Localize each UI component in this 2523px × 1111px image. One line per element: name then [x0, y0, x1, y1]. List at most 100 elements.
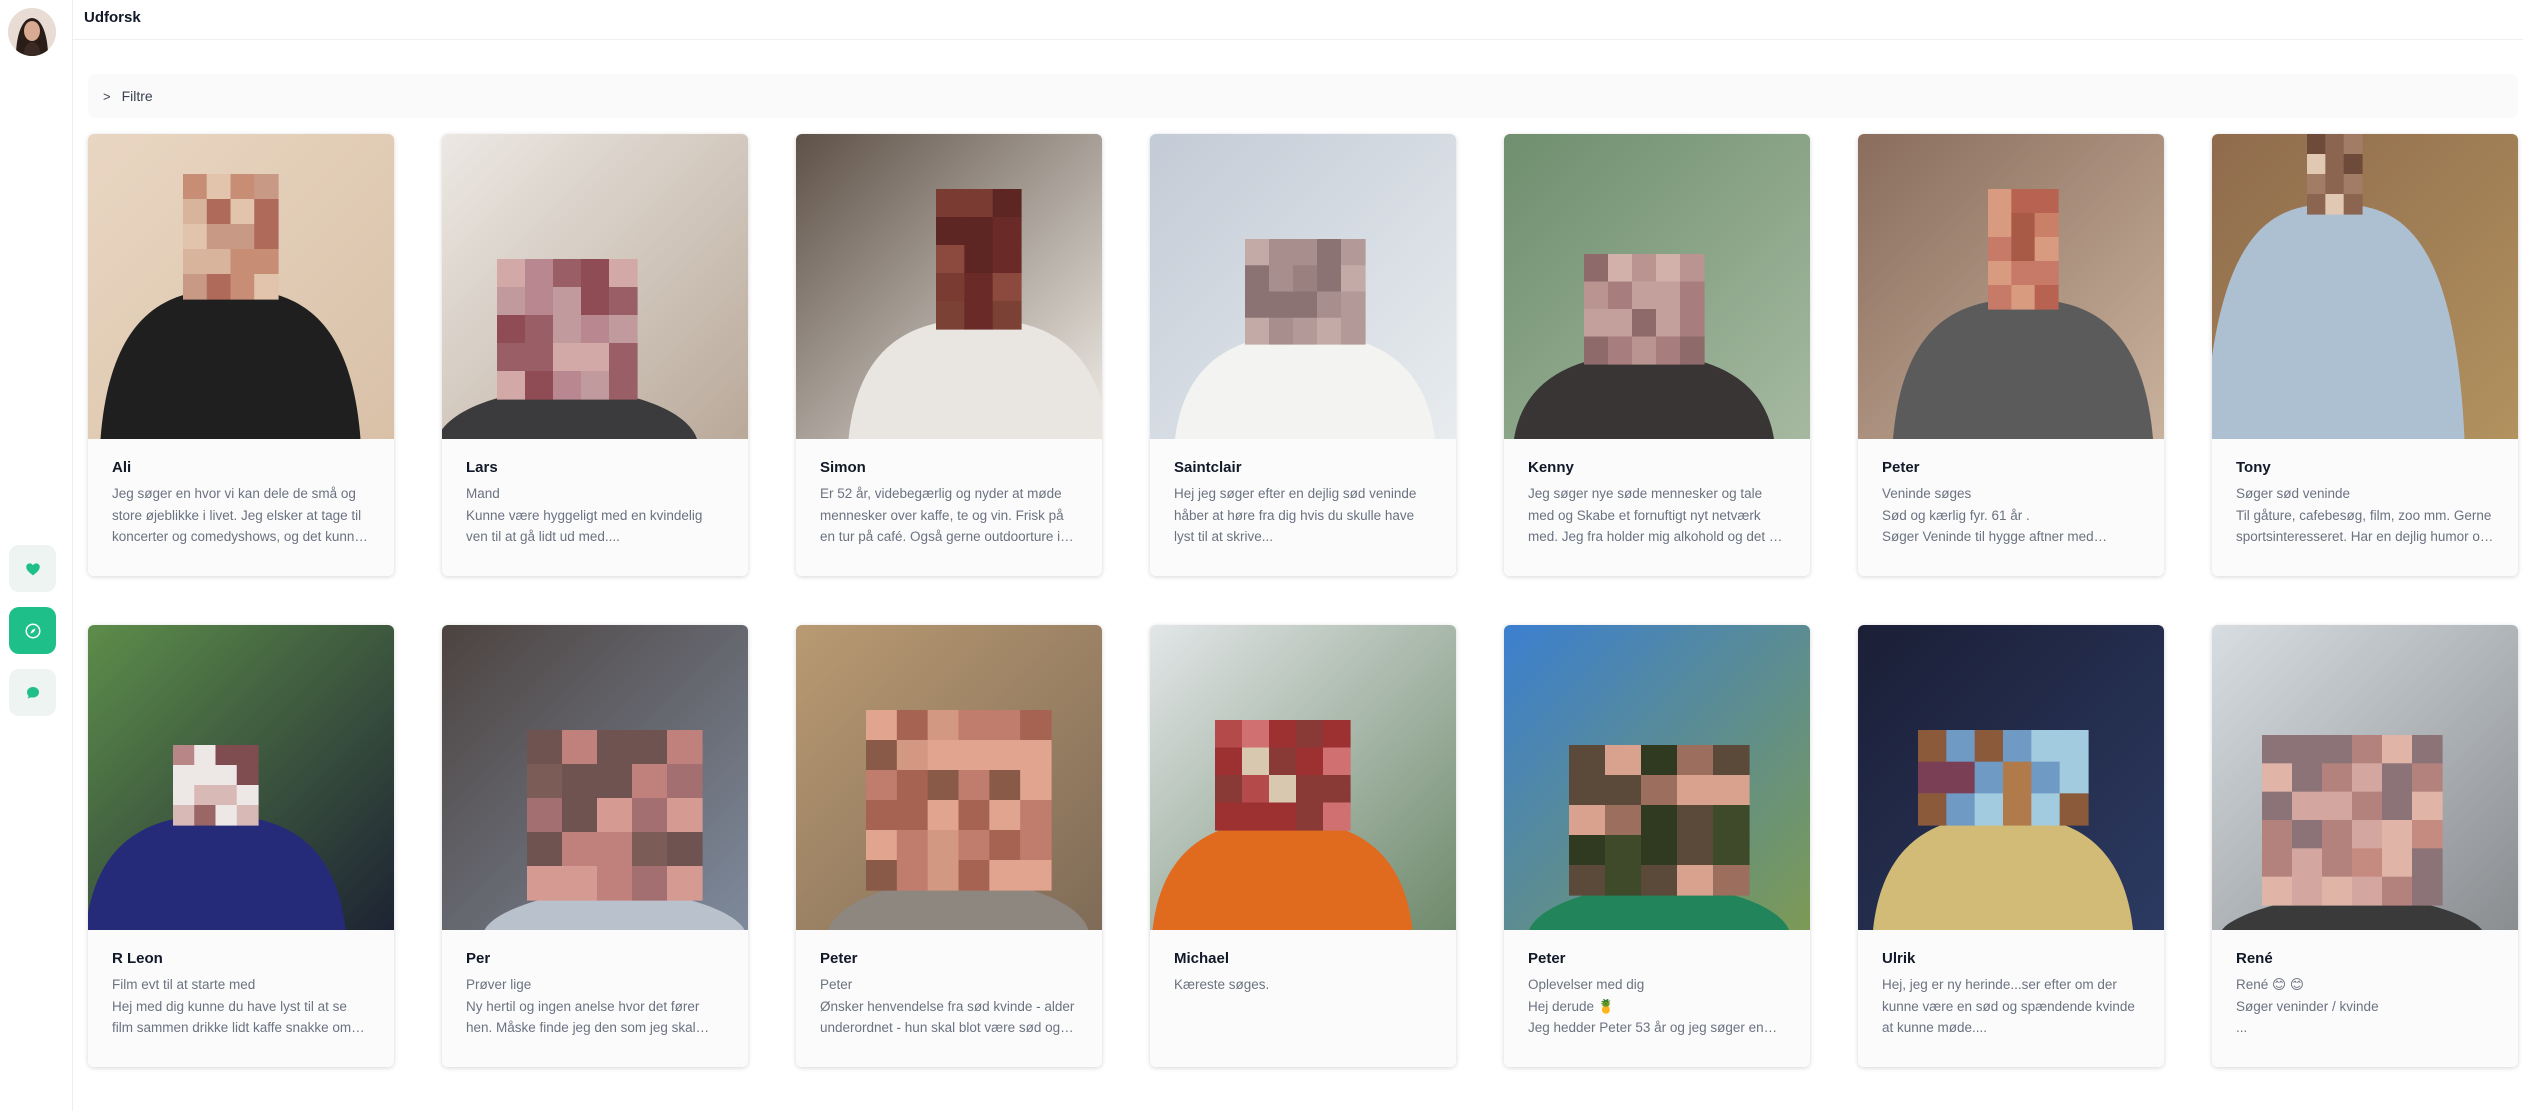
profile-name: Michael — [1174, 950, 1230, 967]
profile-description: Ønsker henvendelse fra sød kvinde - alde… — [820, 998, 1075, 1036]
profile-headline: René 😊 😊 — [2236, 977, 2304, 992]
profile-info: Lars Mand Kunne være hyggeligt med en kvin… — [442, 439, 748, 576]
profile-info: Ali Jeg søger en hvor vi kan dele de små … — [88, 439, 394, 576]
profile-description: Hej jeg søger efter en dejlig sød venind… — [1174, 486, 1417, 545]
profile-photo-frame — [442, 625, 748, 930]
profile-photo-frame — [88, 625, 394, 930]
profile-headline: Veninde søges — [1882, 486, 1972, 501]
top-bar: Udforsk — [73, 0, 2523, 40]
profile-headline: Søger veninder / kvinde — [2236, 998, 2379, 1014]
profile-photo — [1504, 134, 1810, 439]
profile-photo — [796, 625, 1102, 930]
profile-info: Simon Er 52 år, videbegærlig og nyder at … — [796, 439, 1102, 576]
profile-photo — [442, 625, 748, 930]
profile-headline: Prøver lige — [466, 977, 532, 992]
profile-photo-frame — [442, 134, 748, 439]
profile-photo-frame — [1504, 625, 1810, 930]
profile-headline: Mand — [466, 486, 500, 501]
profile-description: ... — [2236, 1020, 2248, 1036]
profile-description: Er 52 år, videbegærlig og nyder at møde … — [820, 486, 1064, 545]
profile-card[interactable]: René René 😊 😊 Søger veninder / kvinde... — [2212, 625, 2518, 1067]
profile-headline: Søger sød veninde — [2236, 486, 2351, 501]
profile-name: Lars — [466, 459, 498, 476]
sidebar — [0, 0, 73, 1111]
profile-card[interactable]: Saintclair Hej jeg søger efter en dejlig … — [1150, 134, 1456, 576]
profile-name: Peter — [1528, 950, 1566, 967]
profile-photo — [1858, 625, 2164, 930]
profile-card[interactable]: Peter Oplevelser med dig Hej derude 🍍 Jeg h… — [1504, 625, 1810, 1067]
profile-description: Hej med dig kunne du have lyst til at se… — [112, 998, 352, 1036]
profile-info: Kenny Jeg søger nye søde mennesker og tal… — [1504, 439, 1810, 576]
profile-info: Saintclair Hej jeg søger efter en dejlig … — [1150, 439, 1456, 576]
profile-photo-frame — [796, 134, 1102, 439]
profile-photo-frame — [1858, 134, 2164, 439]
profile-info: René René 😊 😊 Søger veninder / kvinde... — [2212, 930, 2518, 1067]
nav-messages-button[interactable] — [9, 669, 56, 716]
nav-explore-button[interactable] — [9, 607, 56, 654]
profile-headline: Sød og kærlig fyr. 61 år . — [1882, 507, 2030, 523]
profile-card[interactable]: Peter Peter Ønsker henvendelse fra sød kvi… — [796, 625, 1102, 1067]
profile-name: R Leon — [112, 950, 163, 967]
profile-card[interactable]: R Leon Film evt til at starte med Hej med … — [88, 625, 394, 1067]
profile-name: Tony — [2236, 459, 2271, 476]
profile-card[interactable]: Kenny Jeg søger nye søde mennesker og tal… — [1504, 134, 1810, 576]
profile-photo — [796, 134, 1102, 439]
profile-info: Tony Søger sød veninde Til gåture, cafebes… — [2212, 439, 2518, 576]
profile-photo-frame — [1150, 625, 1456, 930]
profile-name: Ali — [112, 459, 132, 476]
profile-info: R Leon Film evt til at starte med Hej med … — [88, 930, 394, 1067]
profile-photo-frame — [2212, 625, 2518, 930]
profile-photo — [442, 134, 748, 439]
profile-headline: Peter — [820, 977, 853, 992]
profile-photo — [1150, 134, 1456, 439]
profile-description: Til gåture, cafebesøg, film, zoo mm. Ger… — [2236, 507, 2492, 545]
profile-name: Per — [466, 950, 491, 967]
profile-photo — [88, 625, 394, 930]
profile-headline: Oplevelser med dig — [1528, 977, 1645, 992]
filters-toggle[interactable]: > Filtre — [88, 74, 2518, 118]
profile-name: Peter — [820, 950, 858, 967]
profile-name: Saintclair — [1174, 459, 1242, 476]
profile-description: Hej, jeg er ny herinde...ser efter om de… — [1882, 977, 2135, 1036]
profile-info: Peter Peter Ønsker henvendelse fra sød kvi… — [796, 930, 1102, 1067]
profile-photo — [1504, 625, 1810, 930]
profile-headline: Film evt til at starte med — [112, 977, 256, 992]
profile-card[interactable]: Michael Kæreste søges. — [1150, 625, 1456, 1067]
chevron-right-icon: > — [103, 88, 111, 104]
profile-card[interactable]: Ali Jeg søger en hvor vi kan dele de små … — [88, 134, 394, 576]
profile-photo-frame — [1150, 134, 1456, 439]
profile-photo — [1858, 134, 2164, 439]
profile-card[interactable]: Peter Veninde søges Sød og kærlig fyr. 61 … — [1858, 134, 2164, 576]
profile-card[interactable]: Ulrik Hej, jeg er ny herinde...ser efter … — [1858, 625, 2164, 1067]
nav-likes-button[interactable] — [9, 545, 56, 592]
profile-card[interactable]: Per Prøver lige Ny hertil og ingen anelse … — [442, 625, 748, 1067]
profile-headline: Kæreste søges. — [1174, 977, 1270, 992]
profile-card[interactable]: Lars Mand Kunne være hyggeligt med en kvin… — [442, 134, 748, 576]
profile-description: Jeg søger nye søde mennesker og tale med… — [1528, 486, 1781, 545]
profile-card[interactable]: Simon Er 52 år, videbegærlig og nyder at … — [796, 134, 1102, 576]
filters-label: Filtre — [121, 88, 153, 104]
profile-info: Per Prøver lige Ny hertil og ingen anelse … — [442, 930, 748, 1067]
compass-icon — [25, 623, 40, 638]
profile-description: Jeg søger en hvor vi kan dele de små og … — [112, 486, 362, 545]
profile-description: Jeg hedder Peter 53 år og jeg søger en s… — [1528, 1020, 1764, 1036]
profile-info: Michael Kæreste søges. — [1150, 930, 1456, 1067]
chat-bubble-icon — [26, 686, 39, 699]
heart-icon — [25, 562, 40, 575]
profile-photo — [2212, 134, 2518, 439]
profile-photo-frame — [1504, 134, 1810, 439]
user-avatar[interactable] — [8, 8, 56, 56]
profile-description: Ny hertil og ingen anelse hvor det fører… — [466, 998, 700, 1036]
profile-description: Søger Veninde til hygge aftner med samta… — [1882, 529, 2094, 545]
profile-card[interactable]: Tony Søger sød veninde Til gåture, cafebes… — [2212, 134, 2518, 576]
profile-photo-frame — [796, 625, 1102, 930]
profile-photo-frame — [2212, 134, 2518, 439]
profile-name: René — [2236, 950, 2273, 967]
profile-description: Kunne være hyggeligt med en kvindelig ve… — [466, 507, 703, 545]
profile-photo — [1150, 625, 1456, 930]
profile-photo — [2212, 625, 2518, 930]
profile-photo-frame — [1858, 625, 2164, 930]
profile-name: Ulrik — [1882, 950, 1916, 967]
profile-photo — [88, 134, 394, 439]
avatar-image — [8, 8, 56, 56]
